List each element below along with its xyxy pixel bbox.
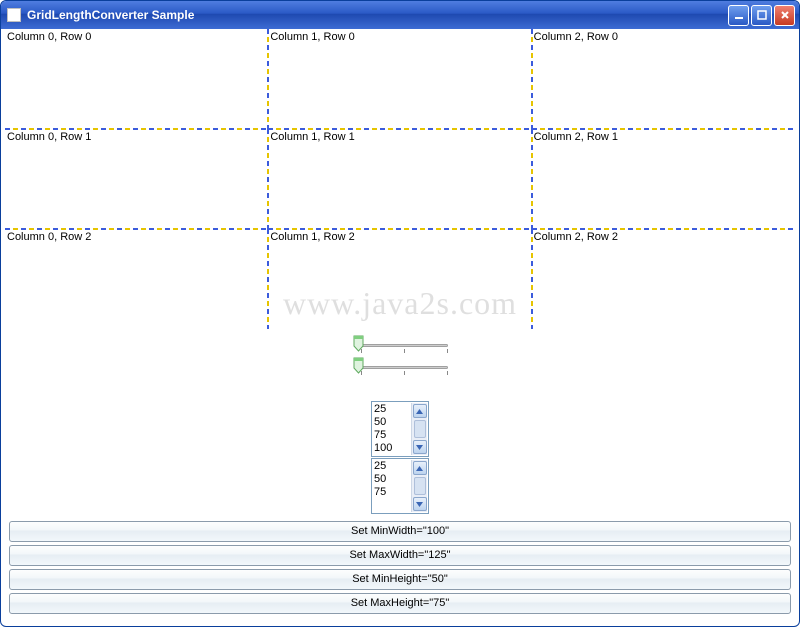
- set-minwidth-button[interactable]: Set MinWidth="100": [9, 521, 791, 542]
- listbox-2[interactable]: 25 50 75: [371, 458, 429, 514]
- app-window: GridLengthConverter Sample Column 0, Row…: [0, 0, 800, 627]
- slider-track: [361, 366, 448, 369]
- grid-cell: Column 1, Row 0: [268, 29, 531, 129]
- set-minheight-button[interactable]: Set MinHeight="50": [9, 569, 791, 590]
- maximize-button[interactable]: [751, 5, 772, 26]
- scrollbar[interactable]: [411, 460, 427, 512]
- slider-ticks: [361, 371, 448, 375]
- slider-thumb-icon[interactable]: [353, 335, 364, 353]
- scrollbar[interactable]: [411, 403, 427, 455]
- titlebar[interactable]: GridLengthConverter Sample: [1, 1, 799, 29]
- slider-2[interactable]: [353, 357, 448, 377]
- window-buttons: [728, 5, 795, 26]
- sample-grid: Column 0, Row 0 Column 1, Row 0 Column 2…: [5, 29, 795, 329]
- slider-1[interactable]: [353, 335, 448, 355]
- set-maxwidth-button[interactable]: Set MaxWidth="125": [9, 545, 791, 566]
- slider-track: [361, 344, 448, 347]
- scroll-down-icon[interactable]: [413, 440, 427, 454]
- slider-thumb-icon[interactable]: [353, 357, 364, 375]
- grid-cell: Column 2, Row 0: [532, 29, 795, 129]
- scroll-down-icon[interactable]: [413, 497, 427, 511]
- scroll-thumb[interactable]: [414, 420, 426, 438]
- grid-cell: Column 1, Row 2: [268, 229, 531, 329]
- grid-cell: Column 2, Row 2: [532, 229, 795, 329]
- grid-cell: Column 2, Row 1: [532, 129, 795, 229]
- grid-cell: Column 0, Row 0: [5, 29, 268, 129]
- close-button[interactable]: [774, 5, 795, 26]
- client-area: Column 0, Row 0 Column 1, Row 0 Column 2…: [5, 29, 795, 622]
- scroll-up-icon[interactable]: [413, 461, 427, 475]
- window-title: GridLengthConverter Sample: [27, 8, 728, 22]
- scroll-thumb[interactable]: [414, 477, 426, 495]
- scroll-up-icon[interactable]: [413, 404, 427, 418]
- minimize-button[interactable]: [728, 5, 749, 26]
- set-maxheight-button[interactable]: Set MaxHeight="75": [9, 593, 791, 614]
- grid-cell: Column 1, Row 1: [268, 129, 531, 229]
- controls-panel: 25 50 75 100 25 50: [5, 329, 795, 614]
- app-icon: [7, 8, 21, 22]
- listbox-1[interactable]: 25 50 75 100: [371, 401, 429, 457]
- grid-cell: Column 0, Row 1: [5, 129, 268, 229]
- slider-ticks: [361, 349, 448, 353]
- grid-cell: Column 0, Row 2: [5, 229, 268, 329]
